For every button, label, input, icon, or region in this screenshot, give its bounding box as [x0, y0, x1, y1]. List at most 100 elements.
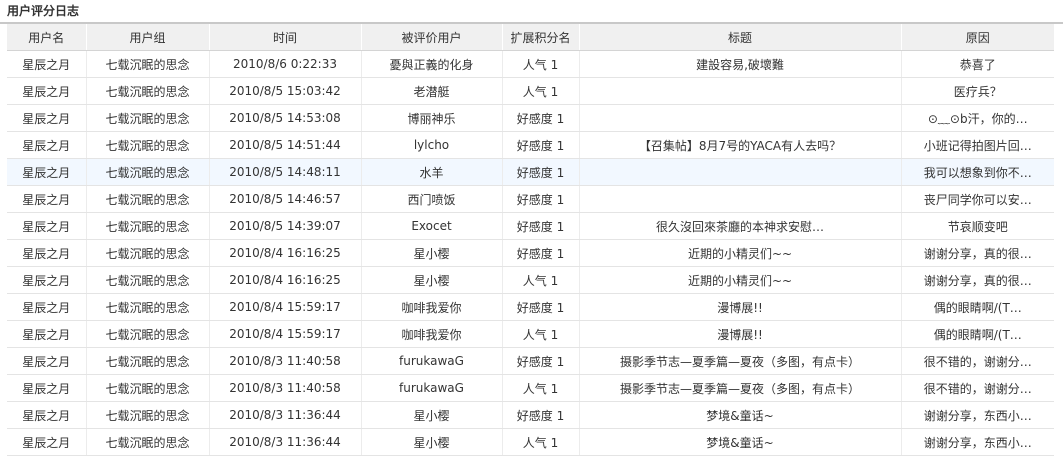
cell-rated-user[interactable]: 水羊	[360, 158, 502, 186]
cell-usergroup: 七载沉眠的思念	[85, 266, 209, 294]
cell-time: 2010/8/3 11:36:44	[208, 401, 361, 429]
table-row: 星辰之月 七载沉眠的思念 2010/8/4 16:16:25 星小樱 人气 1 近期的小精…	[7, 266, 1054, 294]
table-row: 星辰之月 七载沉眠的思念 2010/8/3 11:40:58 furukawaG 人气 …	[7, 374, 1054, 402]
cell-reason: 丧尸同学你可以安…	[900, 185, 1054, 213]
cell-rated-user[interactable]: furukawaG	[360, 374, 502, 402]
cell-time: 2010/8/4 16:16:25	[208, 239, 361, 267]
cell-credit-name: 人气 1	[501, 266, 579, 294]
table-row: 星辰之月 七载沉眠的思念 2010/8/6 0:22:33 憂與正義的化身 人气 1 建設…	[7, 50, 1054, 78]
cell-title[interactable]: 很久沒回來茶廳的本神求安慰…	[578, 212, 901, 240]
cell-title[interactable]	[578, 77, 901, 105]
cell-credit-name: 好感度 1	[501, 212, 579, 240]
table-row: 星辰之月 七载沉眠的思念 2010/8/4 15:59:17 咖啡我爱你 人气 1 漫博展…	[7, 320, 1054, 348]
cell-rated-user[interactable]: 博丽神乐	[360, 104, 502, 132]
cell-credit-name: 好感度 1	[501, 185, 579, 213]
cell-usergroup: 七载沉眠的思念	[85, 212, 209, 240]
cell-rated-user[interactable]: lylcho	[360, 131, 502, 159]
cell-time: 2010/8/5 14:46:57	[208, 185, 361, 213]
cell-title[interactable]: 梦境&童话~	[578, 401, 901, 429]
cell-rated-user[interactable]: 星小樱	[360, 239, 502, 267]
cell-title[interactable]: 漫博展!!	[578, 293, 901, 321]
table-row: 星辰之月 七载沉眠的思念 2010/8/3 11:36:44 星小樱 好感度 1 梦境&童…	[7, 401, 1054, 429]
cell-title[interactable]	[578, 104, 901, 132]
cell-title[interactable]: 近期的小精灵们~~	[578, 239, 901, 267]
cell-credit-name: 好感度 1	[501, 293, 579, 321]
cell-usergroup: 七载沉眠的思念	[85, 374, 209, 402]
cell-usergroup: 七载沉眠的思念	[85, 293, 209, 321]
cell-reason: 小班记得拍图片回…	[900, 131, 1054, 159]
cell-reason: ⊙﹏⊙b汗，你的…	[900, 104, 1054, 132]
cell-username[interactable]: 星辰之月	[7, 320, 86, 348]
cell-rated-user[interactable]: 星小樱	[360, 401, 502, 429]
cell-credit-name: 好感度 1	[501, 158, 579, 186]
cell-username[interactable]: 星辰之月	[7, 131, 86, 159]
table-row: 星辰之月 七载沉眠的思念 2010/8/5 14:48:11 水羊 好感度 1 我可以想象…	[7, 158, 1054, 186]
cell-reason: 偶的眼睛啊/(T…	[900, 293, 1054, 321]
cell-rated-user[interactable]: 咖啡我爱你	[360, 320, 502, 348]
cell-title[interactable]	[578, 158, 901, 186]
cell-rated-user[interactable]: 老潜艇	[360, 77, 502, 105]
cell-rated-user[interactable]: 憂與正義的化身	[360, 50, 502, 78]
cell-usergroup: 七载沉眠的思念	[85, 131, 209, 159]
cell-rated-user[interactable]: furukawaG	[360, 347, 502, 375]
cell-time: 2010/8/6 0:22:33	[208, 50, 361, 78]
cell-title[interactable]: 近期的小精灵们~~	[578, 266, 901, 294]
cell-username[interactable]: 星辰之月	[7, 239, 86, 267]
cell-username[interactable]: 星辰之月	[7, 104, 86, 132]
cell-username[interactable]: 星辰之月	[7, 347, 86, 375]
cell-credit-name: 人气 1	[501, 428, 579, 456]
cell-reason: 我可以想象到你不…	[900, 158, 1054, 186]
column-header-usergroup: 用户组	[85, 24, 209, 51]
cell-username[interactable]: 星辰之月	[7, 158, 86, 186]
cell-rated-user[interactable]: 咖啡我爱你	[360, 293, 502, 321]
cell-usergroup: 七载沉眠的思念	[85, 428, 209, 456]
cell-time: 2010/8/4 16:16:25	[208, 266, 361, 294]
cell-credit-name: 好感度 1	[501, 347, 579, 375]
table-row: 星辰之月 七载沉眠的思念 2010/8/5 14:53:08 博丽神乐 好感度 1 ⊙﹏⊙…	[7, 104, 1054, 132]
cell-username[interactable]: 星辰之月	[7, 428, 86, 456]
cell-time: 2010/8/5 14:51:44	[208, 131, 361, 159]
cell-username[interactable]: 星辰之月	[7, 50, 86, 78]
rating-log-table: 用户名 用户组 时间 被评价用户 扩展积分名 标题 原因 星辰之月 七载沉眠的思念…	[7, 24, 1054, 456]
cell-title[interactable]: 摄影季节志—夏季篇—夏夜（多图，有点卡）	[578, 347, 901, 375]
cell-title[interactable]: 摄影季节志—夏季篇—夏夜（多图，有点卡）	[578, 374, 901, 402]
cell-usergroup: 七载沉眠的思念	[85, 239, 209, 267]
cell-usergroup: 七载沉眠的思念	[85, 401, 209, 429]
cell-usergroup: 七载沉眠的思念	[85, 347, 209, 375]
cell-username[interactable]: 星辰之月	[7, 374, 86, 402]
cell-title[interactable]	[578, 185, 901, 213]
cell-rated-user[interactable]: 星小樱	[360, 266, 502, 294]
cell-reason: 很不错的，谢谢分…	[900, 374, 1054, 402]
cell-credit-name: 人气 1	[501, 77, 579, 105]
cell-rated-user[interactable]: Exocet	[360, 212, 502, 240]
cell-credit-name: 好感度 1	[501, 131, 579, 159]
cell-username[interactable]: 星辰之月	[7, 293, 86, 321]
cell-usergroup: 七载沉眠的思念	[85, 185, 209, 213]
cell-username[interactable]: 星辰之月	[7, 212, 86, 240]
cell-username[interactable]: 星辰之月	[7, 77, 86, 105]
column-header-credit-name: 扩展积分名	[501, 24, 579, 51]
table-row: 星辰之月 七载沉眠的思念 2010/8/5 14:39:07 Exocet 好感度 1很…	[7, 212, 1054, 240]
cell-title[interactable]: 【召集帖】8月7号的YACA有人去吗？	[578, 131, 901, 159]
cell-credit-name: 人气 1	[501, 320, 579, 348]
cell-reason: 谢谢分享，东西小…	[900, 401, 1054, 429]
column-header-rated-user: 被评价用户	[360, 24, 502, 51]
cell-username[interactable]: 星辰之月	[7, 266, 86, 294]
cell-title[interactable]: 梦境&童话~	[578, 428, 901, 456]
cell-credit-name: 好感度 1	[501, 401, 579, 429]
cell-reason: 很不错的，谢谢分…	[900, 347, 1054, 375]
cell-rated-user[interactable]: 星小樱	[360, 428, 502, 456]
cell-username[interactable]: 星辰之月	[7, 401, 86, 429]
page-title: 用户评分日志	[7, 4, 80, 18]
table-row: 星辰之月 七载沉眠的思念 2010/8/3 11:36:44 星小樱 人气 1 梦境&童话…	[7, 428, 1054, 456]
cell-credit-name: 人气 1	[501, 374, 579, 402]
table-row: 星辰之月 七载沉眠的思念 2010/8/4 16:16:25 星小樱 好感度 1 近期的小…	[7, 239, 1054, 267]
cell-title[interactable]: 漫博展!!	[578, 320, 901, 348]
cell-rated-user[interactable]: 西门喷饭	[360, 185, 502, 213]
cell-credit-name: 好感度 1	[501, 239, 579, 267]
cell-credit-name: 人气 1	[501, 50, 579, 78]
cell-title[interactable]: 建設容易,破壞難	[578, 50, 901, 78]
cell-username[interactable]: 星辰之月	[7, 185, 86, 213]
cell-usergroup: 七载沉眠的思念	[85, 158, 209, 186]
cell-time: 2010/8/5 14:53:08	[208, 104, 361, 132]
